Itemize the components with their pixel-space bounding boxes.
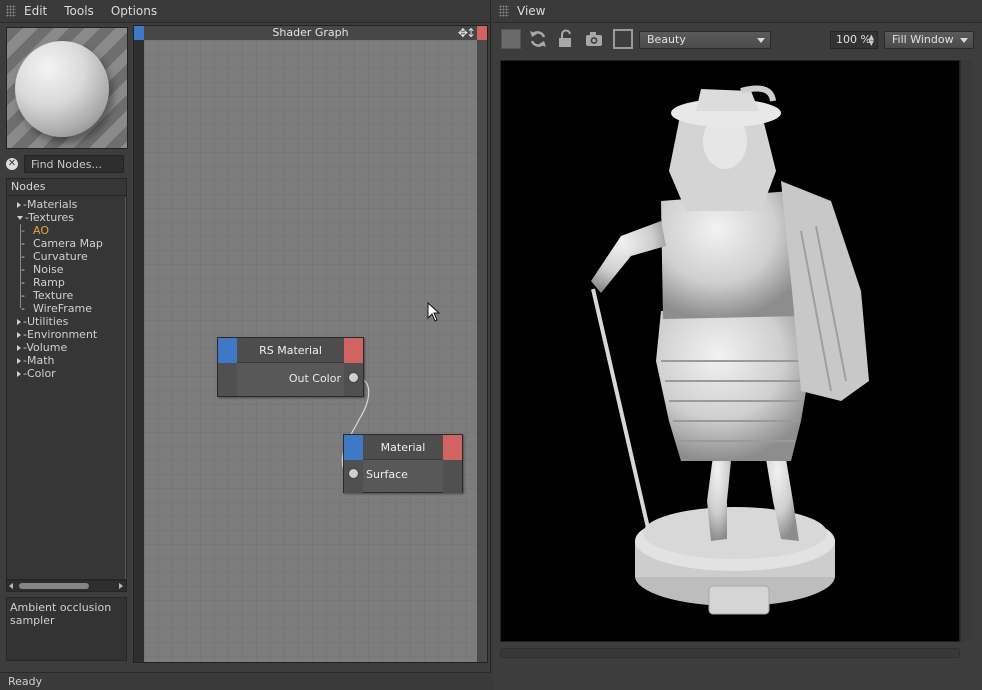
rs-material-node[interactable]: RS Material Out Color bbox=[217, 337, 364, 397]
expand-arrow-icon[interactable] bbox=[17, 358, 21, 364]
chevron-down-icon bbox=[960, 38, 968, 43]
tree-item-camera-map[interactable]: - Camera Map bbox=[21, 237, 103, 250]
snapshot-camera-icon[interactable] bbox=[584, 29, 604, 49]
node-output-strip[interactable] bbox=[443, 435, 462, 460]
move-icon[interactable]: ✥↕ bbox=[458, 26, 476, 40]
view-title: View bbox=[517, 4, 546, 18]
shader-graph-window: Edit Tools Options ✕ Nodes -Materials -T… bbox=[0, 0, 491, 690]
find-nodes-row: ✕ bbox=[6, 154, 128, 174]
viewport-vertical-scrollbar[interactable] bbox=[960, 60, 972, 642]
rs-material-node-body: Out Color bbox=[218, 363, 363, 396]
material-node-header[interactable]: Material bbox=[344, 435, 462, 460]
fit-mode-value: Fill Window bbox=[892, 33, 954, 46]
tree-item-ramp[interactable]: - Ramp bbox=[21, 276, 65, 289]
expand-arrow-icon[interactable] bbox=[17, 319, 21, 325]
tree-item-color[interactable]: -Color bbox=[17, 367, 56, 380]
mouse-cursor-icon bbox=[427, 302, 441, 322]
material-preview bbox=[6, 27, 128, 149]
menu-edit[interactable]: Edit bbox=[24, 4, 47, 18]
aov-dropdown[interactable]: Beauty bbox=[639, 31, 771, 49]
view-toolbar: Beauty 100 % ▲ ▼ Fill Window bbox=[493, 24, 982, 54]
preview-sphere-icon bbox=[15, 41, 109, 137]
chevron-down-icon bbox=[757, 38, 765, 43]
scrollbar-thumb[interactable] bbox=[19, 583, 89, 589]
stop-render-icon[interactable] bbox=[501, 29, 521, 49]
unlock-icon[interactable] bbox=[556, 29, 576, 49]
view-window: View Beauty 100 % ▲ ▼ Fill Window bbox=[493, 0, 982, 690]
collapse-arrow-icon[interactable] bbox=[17, 216, 23, 220]
surface-port-label: Surface bbox=[366, 468, 408, 481]
out-color-port[interactable] bbox=[348, 372, 359, 383]
rs-material-node-title: RS Material bbox=[259, 344, 322, 357]
region-frame-icon[interactable] bbox=[613, 29, 633, 49]
expand-arrow-icon[interactable] bbox=[17, 345, 21, 351]
expand-arrow-icon[interactable] bbox=[17, 332, 21, 338]
surface-port[interactable] bbox=[348, 468, 359, 479]
tree-item-utilities[interactable]: -Utilities bbox=[17, 315, 68, 328]
window-grip-icon[interactable] bbox=[6, 5, 16, 17]
nodes-panel-header: Nodes bbox=[7, 179, 126, 196]
node-output-strip[interactable] bbox=[344, 338, 363, 363]
node-input-strip[interactable] bbox=[218, 338, 237, 363]
tree-item-volume[interactable]: -Volume bbox=[17, 341, 67, 354]
material-node[interactable]: Material Surface bbox=[343, 434, 463, 493]
menu-bar: Edit Tools Options bbox=[0, 0, 490, 23]
tree-item-noise[interactable]: - Noise bbox=[21, 263, 64, 276]
nodes-tree[interactable]: -Materials -Textures - AO - Camera Map - Cu… bbox=[7, 197, 126, 579]
nodes-panel: Nodes -Materials -Textures - AO - Camera M… bbox=[6, 178, 127, 580]
graph-title: Shader Graph bbox=[272, 26, 349, 39]
zoom-value: 100 % bbox=[836, 33, 871, 46]
expand-arrow-icon[interactable] bbox=[17, 371, 21, 377]
clear-search-icon[interactable]: ✕ bbox=[6, 158, 18, 170]
graph-output-bar bbox=[477, 40, 487, 662]
tree-item-materials[interactable]: -Materials bbox=[17, 198, 77, 211]
rendered-statue-image bbox=[591, 85, 869, 615]
fit-mode-dropdown[interactable]: Fill Window bbox=[884, 31, 974, 49]
nodes-horizontal-scrollbar[interactable] bbox=[6, 580, 127, 592]
scroll-left-icon[interactable] bbox=[9, 583, 13, 589]
find-nodes-input[interactable] bbox=[24, 155, 124, 173]
node-right-strip bbox=[443, 460, 462, 493]
aov-dropdown-value: Beauty bbox=[647, 33, 686, 46]
tree-item-curvature[interactable]: - Curvature bbox=[21, 250, 88, 263]
menu-options[interactable]: Options bbox=[111, 4, 157, 18]
render-viewport[interactable] bbox=[500, 60, 960, 642]
rs-material-node-header[interactable]: RS Material bbox=[218, 338, 363, 363]
tree-item-textures[interactable]: -Textures bbox=[17, 211, 74, 224]
scroll-right-icon[interactable] bbox=[119, 583, 123, 589]
viewport-horizontal-scrollbar[interactable] bbox=[500, 648, 960, 658]
refresh-icon[interactable] bbox=[528, 29, 548, 49]
status-bar: Ready bbox=[0, 672, 491, 690]
graph-input-strip bbox=[134, 26, 144, 40]
tree-item-texture[interactable]: - Texture bbox=[21, 289, 73, 302]
window-grip-icon[interactable] bbox=[499, 5, 509, 17]
tree-item-environment[interactable]: -Environment bbox=[17, 328, 97, 341]
view-title-bar: View bbox=[493, 0, 982, 23]
node-description: Ambient occlusion sampler bbox=[6, 597, 127, 661]
tree-item-ao[interactable]: - AO bbox=[21, 224, 49, 237]
material-node-body: Surface bbox=[344, 460, 462, 493]
spin-arrows-icon[interactable]: ▲ ▼ bbox=[869, 34, 874, 47]
out-color-port-label: Out Color bbox=[288, 372, 341, 385]
node-input-strip[interactable] bbox=[344, 435, 363, 460]
material-node-title: Material bbox=[380, 441, 426, 454]
graph-titlebar: Shader Graph ✥↕ bbox=[134, 26, 487, 40]
zoom-stepper[interactable]: 100 % ▲ ▼ bbox=[830, 31, 878, 49]
graph-output-strip bbox=[477, 26, 487, 40]
node-left-strip bbox=[218, 363, 237, 396]
menu-tools[interactable]: Tools bbox=[64, 4, 94, 18]
expand-arrow-icon[interactable] bbox=[17, 202, 21, 208]
tree-item-math[interactable]: -Math bbox=[17, 354, 55, 367]
tree-item-wireframe[interactable]: - WireFrame bbox=[21, 302, 92, 315]
